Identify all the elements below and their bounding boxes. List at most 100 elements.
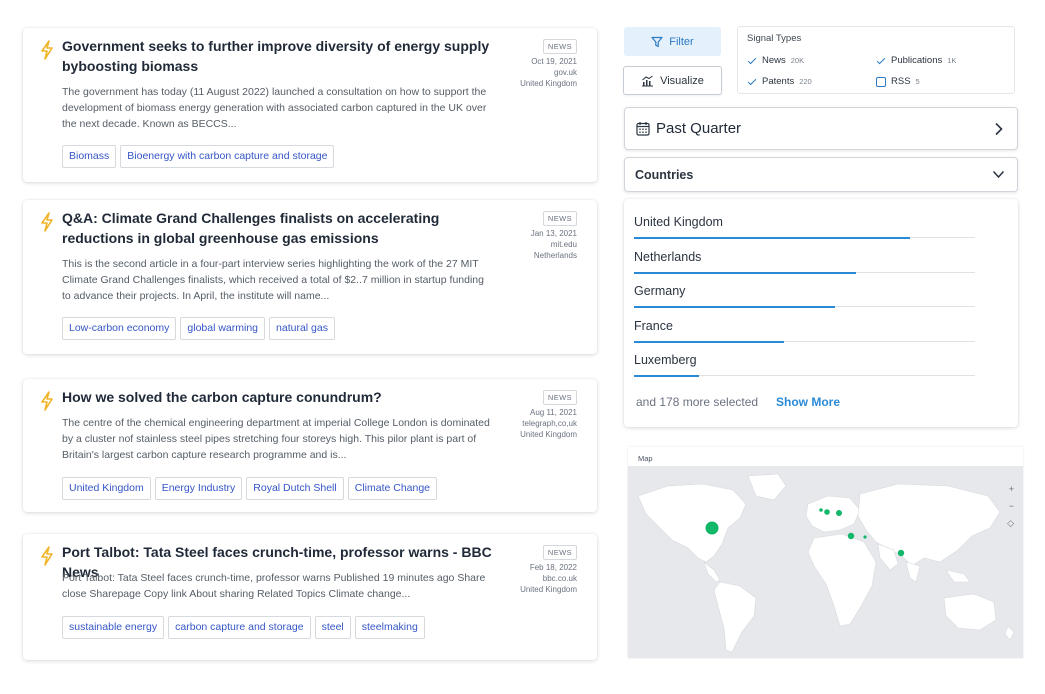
country-row[interactable]: Germany	[634, 284, 975, 308]
tag[interactable]: Bioenergy with carbon capture and storag…	[120, 145, 335, 168]
tag[interactable]: natural gas	[269, 317, 335, 340]
country-name: Luxemberg	[634, 353, 697, 367]
country-row[interactable]: France	[634, 319, 975, 343]
map-marker[interactable]	[863, 535, 867, 539]
countries-dropdown[interactable]: Countries	[624, 157, 1018, 192]
map-marker[interactable]	[847, 532, 855, 540]
filter-button[interactable]: Filter	[624, 27, 721, 56]
map-marker[interactable]	[897, 549, 905, 557]
country-bar-track	[634, 271, 975, 274]
tag[interactable]: global warming	[180, 317, 266, 340]
map-marker[interactable]	[705, 521, 719, 535]
tag-list: Biomass Bioenergy with carbon capture an…	[62, 145, 335, 168]
tag[interactable]: steel	[314, 616, 351, 639]
checkbox-checked-icon[interactable]	[747, 56, 757, 66]
period-selector[interactable]: Past Quarter	[624, 107, 1018, 150]
type-badge: NEWS	[542, 390, 577, 405]
signal-type-label: Patents	[762, 76, 795, 87]
visualize-button[interactable]: Visualize	[623, 66, 722, 95]
country-row[interactable]: Luxemberg	[634, 353, 975, 377]
country-name: United Kingdom	[634, 215, 723, 229]
type-badge: NEWS	[542, 545, 577, 560]
filter-button-label: Filter	[669, 35, 694, 48]
zoom-out-button[interactable]: −	[1009, 501, 1014, 511]
country-bar-fill	[634, 374, 699, 377]
article-date: Oct 19, 2021	[531, 57, 577, 66]
news-card[interactable]: Port Talbot: Tata Steel faces crunch-tim…	[23, 534, 597, 660]
more-selected-text: and 178 more selected	[636, 395, 759, 409]
news-card[interactable]: Q&A: Climate Grand Challenges finalists …	[23, 200, 597, 354]
article-source: gov.uk	[554, 68, 577, 77]
country-bar-fill	[634, 305, 836, 308]
tag[interactable]: United Kingdom	[62, 477, 151, 500]
article-snippet: The government has today (11 August 2022…	[62, 86, 487, 130]
tag[interactable]: steelmaking	[354, 616, 425, 639]
signal-type-rss[interactable]: RSS 5	[876, 76, 920, 87]
country-bar-track	[634, 236, 975, 239]
tag[interactable]: carbon capture and storage	[168, 616, 311, 639]
tag-list: United Kingdom Energy Industry Royal Dut…	[62, 477, 438, 500]
signal-types-panel: Signal Types News 20K Publications 1K Pa…	[737, 26, 1015, 94]
tag[interactable]: Royal Dutch Shell	[246, 477, 344, 500]
world-map[interactable]: + − ◇	[628, 466, 1023, 658]
map-marker[interactable]	[836, 510, 842, 516]
checkbox-unchecked-icon[interactable]	[876, 76, 886, 87]
signal-type-count: 20K	[790, 56, 805, 65]
signal-type-patents[interactable]: Patents 220	[747, 76, 812, 87]
article-source: mit.edu	[550, 240, 577, 249]
checkbox-checked-icon[interactable]	[876, 56, 886, 66]
article-title[interactable]: How we solved the carbon capture conundr…	[62, 388, 492, 408]
tag[interactable]: Climate Change	[347, 477, 438, 500]
country-bar-fill	[634, 340, 785, 343]
article-title[interactable]: Government seeks to further improve dive…	[62, 37, 492, 76]
article-title[interactable]: Q&A: Climate Grand Challenges finalists …	[62, 209, 492, 248]
country-bar-fill	[634, 236, 911, 239]
article-country: United Kingdom	[520, 585, 577, 594]
signal-type-label: RSS	[891, 76, 911, 87]
show-more-link[interactable]: Show More	[776, 395, 840, 409]
article-country: Netherlands	[533, 251, 577, 260]
tag[interactable]: sustainable energy	[62, 616, 165, 639]
tag[interactable]: Low-carbon economy	[62, 317, 177, 340]
signal-type-count: 5	[915, 77, 920, 86]
article-meta: NEWS Feb 18, 2022 bbc.co.uk United Kingd…	[520, 545, 577, 595]
signal-type-publications[interactable]: Publications 1K	[876, 55, 956, 66]
signal-type-count: 1K	[947, 56, 957, 65]
article-date: Aug 11, 2021	[529, 408, 577, 417]
zoom-in-button[interactable]: +	[1009, 484, 1014, 494]
article-meta: NEWS Aug 11, 2021 telegraph,co,uk United…	[520, 390, 577, 440]
chevron-right-icon	[995, 122, 1003, 136]
tag[interactable]: Biomass	[62, 145, 117, 168]
signal-type-label: Publications	[891, 55, 943, 66]
world-map-graphic	[637, 473, 1015, 653]
map-title: Map	[638, 454, 653, 463]
article-date: Feb 18, 2022	[529, 563, 577, 572]
article-date: Jan 13, 2021	[530, 229, 577, 238]
article-snippet: The centre of the chemical engineering d…	[62, 417, 490, 461]
period-label: Past Quarter	[656, 120, 742, 137]
lightning-icon	[41, 546, 53, 566]
country-row[interactable]: Netherlands	[634, 250, 975, 274]
country-row[interactable]: United Kingdom	[634, 215, 975, 239]
article-country: United Kingdom	[520, 79, 577, 88]
reset-view-button[interactable]: ◇	[1007, 518, 1014, 529]
news-card[interactable]: How we solved the carbon capture conundr…	[23, 379, 597, 512]
map-marker[interactable]	[824, 509, 830, 515]
chart-icon	[642, 75, 654, 86]
news-card[interactable]: Government seeks to further improve dive…	[23, 28, 597, 182]
countries-list: United Kingdom Netherlands Germany Franc…	[624, 199, 1018, 427]
tag[interactable]: Energy Industry	[154, 477, 243, 500]
countries-label: Countries	[635, 168, 694, 182]
article-country: United Kingdom	[520, 430, 577, 439]
article-source: telegraph,co,uk	[522, 419, 577, 428]
checkbox-checked-icon[interactable]	[747, 77, 757, 87]
signal-type-news[interactable]: News 20K	[747, 55, 804, 66]
country-name: Netherlands	[634, 250, 702, 264]
tag-list: sustainable energy carbon capture and st…	[62, 616, 425, 639]
signal-type-count: 220	[799, 77, 812, 86]
map-marker[interactable]	[819, 508, 823, 512]
signal-types-title: Signal Types	[747, 33, 802, 44]
calendar-icon	[636, 122, 650, 136]
tag-list: Low-carbon economy global warming natura…	[62, 317, 335, 340]
type-badge: NEWS	[542, 39, 577, 54]
